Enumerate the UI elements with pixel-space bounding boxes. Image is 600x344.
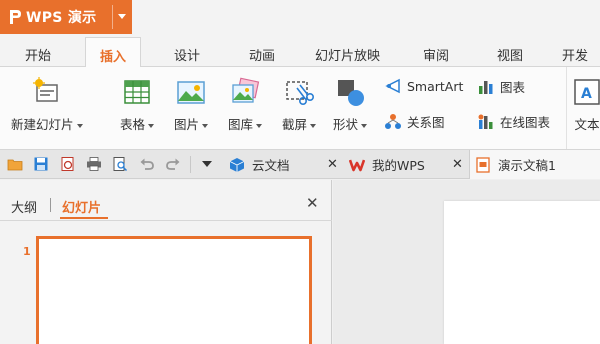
slide-editor[interactable] [444, 201, 600, 344]
doc-tab-label: 云文档 [252, 158, 290, 173]
picture-icon [175, 76, 207, 108]
chevron-down-icon[interactable] [310, 123, 317, 128]
chevron-down-icon[interactable] [361, 123, 368, 128]
ribbon-divider [566, 67, 567, 149]
app-button-divider [112, 5, 113, 29]
tab-design[interactable]: 设计 [174, 45, 200, 64]
slide-canvas [333, 180, 600, 344]
screenshot-label: 截屏 [282, 117, 308, 132]
chevron-down-icon[interactable] [148, 123, 155, 128]
slides-panel: 大纲 幻灯片 ✕ 1 [0, 180, 332, 344]
tab-outline[interactable]: 大纲 [11, 197, 37, 216]
online-chart-icon [477, 113, 495, 131]
panel-tab-divider [50, 198, 51, 212]
open-folder-icon[interactable] [7, 156, 23, 172]
export-pdf-icon[interactable] [60, 156, 76, 172]
chart-label: 图表 [500, 80, 526, 95]
toolbar-divider [190, 156, 191, 173]
chevron-down-icon[interactable] [202, 123, 209, 128]
smartart-button[interactable]: SmartArt [384, 77, 463, 95]
presentation-doc-icon [475, 156, 491, 173]
cloud-cube-icon [229, 157, 245, 173]
undo-icon[interactable] [139, 156, 155, 172]
chart-button[interactable]: 图表 [477, 77, 525, 96]
tab-slides[interactable]: 幻灯片 [62, 197, 101, 216]
relationship-button[interactable]: 关系图 [384, 112, 445, 131]
quick-access-bar: 云文档 ✕ 我的WPS ✕ 演示文稿1 [0, 150, 600, 179]
close-icon[interactable]: ✕ [327, 157, 338, 172]
slide-thumbnail[interactable] [36, 236, 312, 344]
online-chart-label: 在线图表 [500, 115, 551, 130]
chevron-down-icon[interactable] [256, 123, 263, 128]
tab-slideshow[interactable]: 幻灯片放映 [315, 45, 380, 64]
table-icon [121, 76, 153, 108]
relationship-icon [384, 113, 402, 131]
new-slide-button[interactable]: 新建幻灯片 [11, 76, 83, 133]
tab-insert[interactable]: 插入 [85, 37, 142, 68]
tab-view[interactable]: 视图 [497, 45, 523, 64]
app-name: WPS 演示 [26, 10, 97, 26]
doc-tab-label: 演示文稿1 [498, 158, 556, 173]
doc-tab-label: 我的WPS [372, 158, 425, 173]
customize-dropdown-icon[interactable] [202, 161, 212, 167]
slides-panel-header: 大纲 幻灯片 ✕ [0, 180, 332, 220]
text-label: 文本 [574, 117, 600, 132]
doc-tab-my-wps[interactable]: 我的WPS ✕ [348, 150, 469, 179]
tab-review[interactable]: 审阅 [423, 45, 449, 64]
gallery-icon [229, 76, 261, 108]
active-tab-underline [60, 217, 108, 219]
tab-animation[interactable]: 动画 [249, 45, 275, 64]
slide-number: 1 [23, 245, 31, 258]
panel-divider [0, 220, 332, 221]
text-button[interactable]: A 文本 [571, 76, 600, 133]
wps-logo-icon [8, 9, 22, 25]
table-label: 表格 [120, 117, 146, 132]
doc-tab-presentation[interactable]: 演示文稿1 [469, 150, 600, 179]
picture-label: 图片 [174, 117, 200, 132]
close-icon[interactable]: ✕ [452, 157, 463, 172]
scissors-icon [283, 76, 315, 108]
relationship-label: 关系图 [407, 115, 445, 130]
doc-tab-cloud[interactable]: 云文档 ✕ [229, 150, 349, 179]
table-button[interactable]: 表格 [120, 76, 155, 133]
title-bar: WPS 演示 [0, 0, 600, 37]
smartart-icon [384, 77, 402, 95]
new-slide-label: 新建幻灯片 [11, 117, 74, 132]
gallery-button[interactable]: 图库 [228, 76, 263, 133]
shapes-button[interactable]: 形状 [333, 76, 368, 133]
svg-text:A: A [581, 86, 592, 102]
wps-logo-icon [348, 157, 366, 173]
new-slide-icon [31, 76, 63, 108]
app-menu-button[interactable]: WPS 演示 [0, 0, 132, 34]
close-icon[interactable]: ✕ [306, 194, 319, 212]
screenshot-button[interactable]: 截屏 [282, 76, 317, 133]
redo-icon[interactable] [165, 156, 181, 172]
ribbon-tab-row: 开始 插入 设计 动画 幻灯片放映 审阅 视图 开发工 [0, 37, 600, 83]
save-icon[interactable] [33, 156, 49, 172]
ribbon-insert: 新建幻灯片 表格 图片 图库 截屏 形状 SmartArt 图表 关系图 在线图… [0, 67, 600, 150]
online-chart-button[interactable]: 在线图表 [477, 112, 550, 131]
bar-chart-icon [477, 78, 495, 96]
chevron-down-icon[interactable] [76, 123, 83, 128]
gallery-label: 图库 [228, 117, 254, 132]
textbox-icon: A [571, 76, 600, 108]
chevron-down-icon[interactable] [118, 14, 126, 19]
picture-button[interactable]: 图片 [174, 76, 209, 133]
tab-home[interactable]: 开始 [25, 45, 51, 64]
shapes-icon [334, 76, 366, 108]
smartart-label: SmartArt [407, 78, 464, 94]
shapes-label: 形状 [333, 117, 359, 132]
print-preview-icon[interactable] [112, 156, 128, 172]
print-icon[interactable] [86, 156, 102, 172]
